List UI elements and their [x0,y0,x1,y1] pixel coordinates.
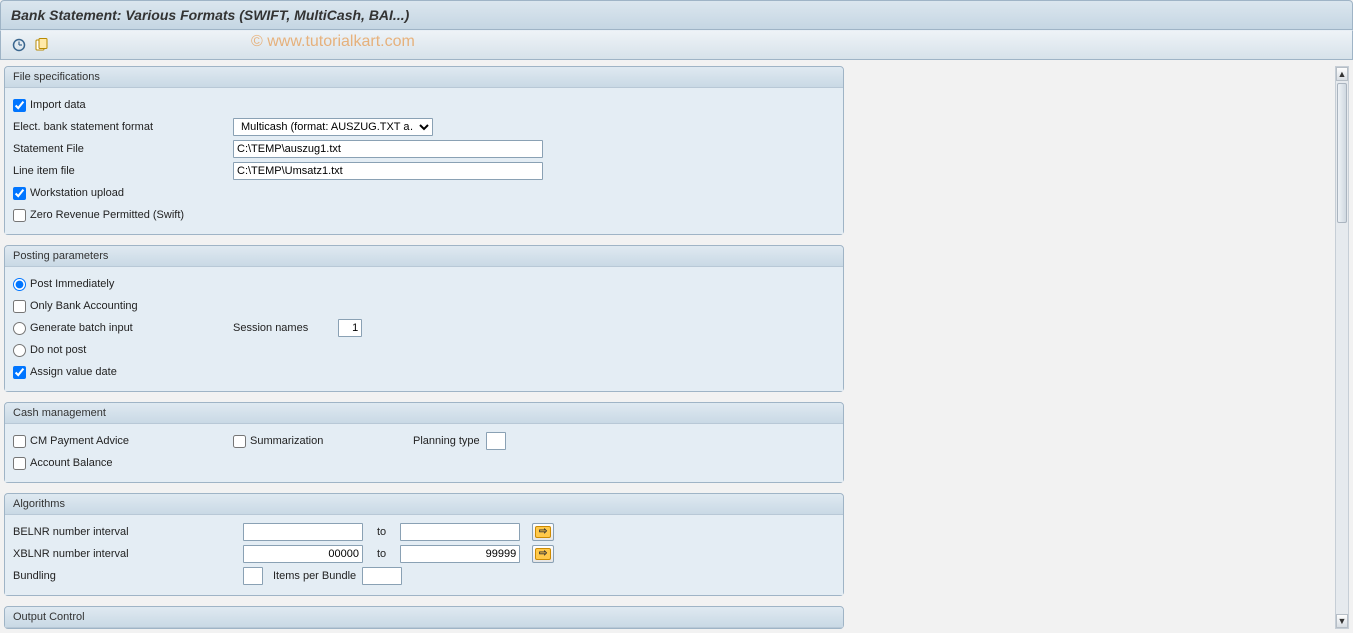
generate-batch-radio[interactable] [13,322,26,335]
post-immediately-text: Post Immediately [30,278,114,290]
belnr-label: BELNR number interval [13,526,129,538]
assign-value-date-text: Assign value date [30,366,117,378]
import-data-checkbox-label[interactable]: Import data [13,99,86,112]
account-balance-checkbox-label[interactable]: Account Balance [13,457,113,470]
planning-type-label: Planning type [413,435,480,447]
xblnr-from-input[interactable] [243,545,363,563]
group-title: Output Control [5,607,843,628]
do-not-post-radio[interactable] [13,344,26,357]
only-bank-text: Only Bank Accounting [30,300,138,312]
generate-batch-text: Generate batch input [30,322,133,334]
cm-payment-advice-text: CM Payment Advice [30,435,129,447]
zero-revenue-text: Zero Revenue Permitted (Swift) [30,209,184,221]
workstation-upload-checkbox[interactable] [13,187,26,200]
group-algorithms: Algorithms BELNR number interval to ⇨ XB… [4,493,844,596]
line-item-file-label: Line item file [13,165,75,177]
cm-payment-advice-checkbox-label[interactable]: CM Payment Advice [13,435,129,448]
assign-value-date-checkbox[interactable] [13,366,26,379]
xblnr-label: XBLNR number interval [13,548,129,560]
xblnr-to-input[interactable] [400,545,520,563]
scroll-up-button[interactable]: ▲ [1336,67,1348,81]
do-not-post-text: Do not post [30,344,86,356]
post-immediately-radio-label[interactable]: Post Immediately [13,278,114,291]
summarization-text: Summarization [250,435,323,447]
statement-file-label: Statement File [13,143,84,155]
bundling-label: Bundling [13,570,56,582]
post-immediately-radio[interactable] [13,278,26,291]
group-title: Cash management [5,403,843,424]
group-file-specifications: File specifications Import data Elect. b… [4,66,844,235]
zero-revenue-checkbox-label[interactable]: Zero Revenue Permitted (Swift) [13,209,184,222]
group-title: Algorithms [5,494,843,515]
summarization-checkbox[interactable] [233,435,246,448]
belnr-multiple-selection-button[interactable]: ⇨ [532,523,554,541]
items-per-bundle-label: Items per Bundle [273,570,356,582]
group-cash-management: Cash management CM Payment Advice Summar… [4,402,844,483]
group-title: Posting parameters [5,246,843,267]
zero-revenue-checkbox[interactable] [13,209,26,222]
workstation-upload-checkbox-label[interactable]: Workstation upload [13,187,124,200]
page-title: Bank Statement: Various Formats (SWIFT, … [0,0,1353,30]
account-balance-text: Account Balance [30,457,113,469]
execute-icon[interactable] [9,35,29,55]
only-bank-checkbox-label[interactable]: Only Bank Accounting [13,300,138,313]
group-posting-parameters: Posting parameters Post Immediately Only… [4,245,844,392]
toolbar: © www.tutorialkart.com [0,30,1353,60]
planning-type-input[interactable] [486,432,506,450]
get-variant-icon[interactable] [33,35,53,55]
summarization-checkbox-label[interactable]: Summarization [233,435,323,448]
scroll-down-button[interactable]: ▼ [1336,614,1348,628]
belnr-from-input[interactable] [243,523,363,541]
import-data-checkbox[interactable] [13,99,26,112]
generate-batch-radio-label[interactable]: Generate batch input [13,322,133,335]
to-label: to [377,526,386,538]
workstation-upload-text: Workstation upload [30,187,124,199]
session-names-label: Session names [233,322,308,334]
import-data-text: Import data [30,99,86,111]
session-names-input[interactable] [338,319,362,337]
scrollbar-thumb[interactable] [1337,83,1347,223]
bundling-input[interactable] [243,567,263,585]
vertical-scrollbar[interactable]: ▲ ▼ [1335,66,1349,629]
cm-payment-advice-checkbox[interactable] [13,435,26,448]
group-title: File specifications [5,67,843,88]
to-label: to [377,548,386,560]
do-not-post-radio-label[interactable]: Do not post [13,344,86,357]
watermark: © www.tutorialkart.com [251,33,415,51]
xblnr-multiple-selection-button[interactable]: ⇨ [532,545,554,563]
items-per-bundle-input[interactable] [362,567,402,585]
belnr-to-input[interactable] [400,523,520,541]
line-item-file-input[interactable] [233,162,543,180]
group-output-control: Output Control [4,606,844,629]
format-select[interactable]: Multicash (format: AUSZUG.TXT a… [233,118,433,136]
account-balance-checkbox[interactable] [13,457,26,470]
assign-value-date-checkbox-label[interactable]: Assign value date [13,366,117,379]
format-label: Elect. bank statement format [13,121,153,133]
statement-file-input[interactable] [233,140,543,158]
only-bank-checkbox[interactable] [13,300,26,313]
